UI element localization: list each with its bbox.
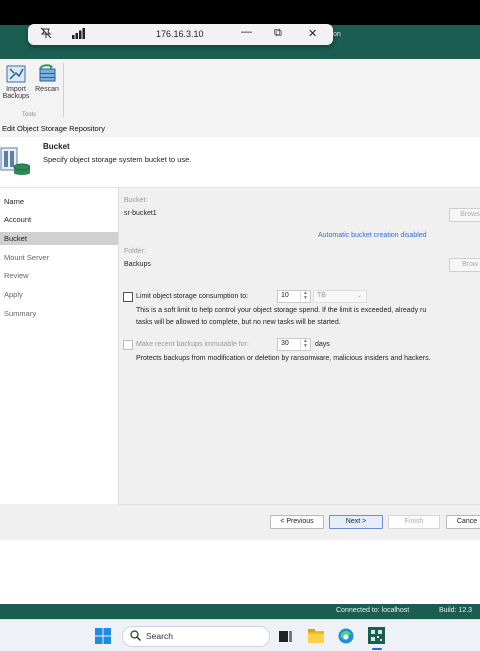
ribbon-separator [63,63,64,117]
empty-area [0,540,480,604]
immutable-help: Protects backups from modification or de… [136,355,431,362]
limit-help-line1: This is a soft limit to help control you… [136,307,427,314]
screen-top-bar [0,0,480,25]
automatic-bucket-creation-link[interactable]: Automatic bucket creation disabled [318,232,427,239]
step-description: Specify object storage system bucket to … [43,155,192,164]
import-backups-icon [5,64,27,84]
nav-item-apply[interactable]: Apply [0,288,118,301]
immutable-unit: days [315,341,330,348]
ribbon-group-label: Tools [22,112,37,118]
nav-item-label: Bucket [4,234,27,243]
build-number: Build: 12.3 [439,607,473,614]
nav-item-label: Name [4,197,25,206]
bucket-storage-icon [0,145,31,175]
search-icon [130,630,141,643]
remote-host-title: 176.16.3.10 [156,29,204,39]
browse-folder-button[interactable]: Brow [449,258,480,272]
search-placeholder: Search [146,631,173,641]
immutable-days-value: 30 [281,340,289,347]
wizard-body: Name Account Bucket Mount Server Review … [0,188,480,540]
immutable-label: Make recent backups immutable for: [136,341,249,348]
browse-bucket-button[interactable]: Brows [449,208,480,222]
bucket-value: sr-bucket1 [124,210,157,217]
task-view-icon[interactable] [279,629,292,644]
nav-item-mount-server[interactable]: Mount Server [0,251,118,264]
limit-help-line2: tasks will be allowed to complete, but n… [136,319,341,326]
close-icon[interactable]: ✕ [308,27,317,40]
nav-item-summary[interactable]: Summary [0,307,118,320]
restore-icon[interactable]: ⧉ [274,27,282,40]
nav-item-label: Account [4,215,32,224]
stepper-arrows-icon[interactable]: ▲ ▼ [300,291,310,302]
pin-off-icon[interactable] [40,27,52,42]
wizard-title: Edit Object Storage Repository [2,124,105,133]
ribbon: Import Backups Rescan Tools [0,59,480,122]
rescan-button[interactable]: Rescan [32,64,62,93]
connection-status: Connected to: localhost [336,607,410,614]
nav-item-label: Summary [4,309,37,318]
step-title: Bucket [43,142,70,151]
limit-value-stepper[interactable]: 10 ▲ ▼ [277,290,311,303]
previous-button[interactable]: < Previous [270,515,324,529]
wizard-steps-nav: Name Account Bucket Mount Server Review … [0,188,119,504]
limit-unit-select[interactable]: TB ⌄ [313,290,367,303]
limit-unit-value: TB [317,292,326,299]
taskbar-search-box[interactable]: Search [122,626,270,647]
veeam-app-icon[interactable] [368,627,385,646]
nav-item-label: Apply [4,290,23,299]
immutable-checkbox[interactable] [123,340,133,350]
bucket-label: Bucket: [124,197,148,204]
nav-item-name[interactable]: Name [0,195,118,208]
limit-consumption-checkbox[interactable] [123,292,133,302]
file-explorer-icon[interactable] [308,629,324,645]
windows-start-icon[interactable] [95,628,111,646]
nav-item-account[interactable]: Account [0,213,118,226]
folder-label: Folder: [124,248,146,255]
rescan-icon [36,64,58,84]
nav-item-review[interactable]: Review [0,269,118,282]
remote-connection-bar: 176.16.3.10 — ⧉ ✕ [28,24,333,45]
rescan-label: Rescan [35,86,59,93]
footer-divider [118,504,480,505]
wizard-title-bar: Edit Object Storage Repository [0,121,480,138]
minimize-icon[interactable]: — [241,26,252,38]
wizard-header: Bucket Specify object storage system buc… [0,137,480,188]
stepper-arrows-icon[interactable]: ▲ ▼ [300,339,310,350]
finish-button[interactable]: Finish [388,515,440,529]
app-title-fragment: on [333,31,341,38]
nav-item-bucket[interactable]: Bucket [0,232,118,245]
import-backups-label: Import Backups [2,86,30,100]
next-button[interactable]: Next > [329,515,383,529]
limit-consumption-label: Limit object storage consumption to: [136,293,249,300]
import-backups-button[interactable]: Import Backups [1,64,31,100]
immutable-days-stepper[interactable]: 30 ▲ ▼ [277,338,311,351]
status-bar: Connected to: localhost Build: 12.3 [0,604,480,619]
signal-strength-icon[interactable] [72,28,86,42]
chevron-down-icon: ⌄ [356,293,362,299]
folder-value: Backups [124,261,151,268]
limit-value: 10 [281,292,289,299]
taskbar: Search [0,619,480,651]
nav-item-label: Review [4,271,29,280]
cancel-button[interactable]: Cance [446,515,480,529]
nav-item-label: Mount Server [4,253,50,262]
edge-browser-icon[interactable] [338,628,354,646]
